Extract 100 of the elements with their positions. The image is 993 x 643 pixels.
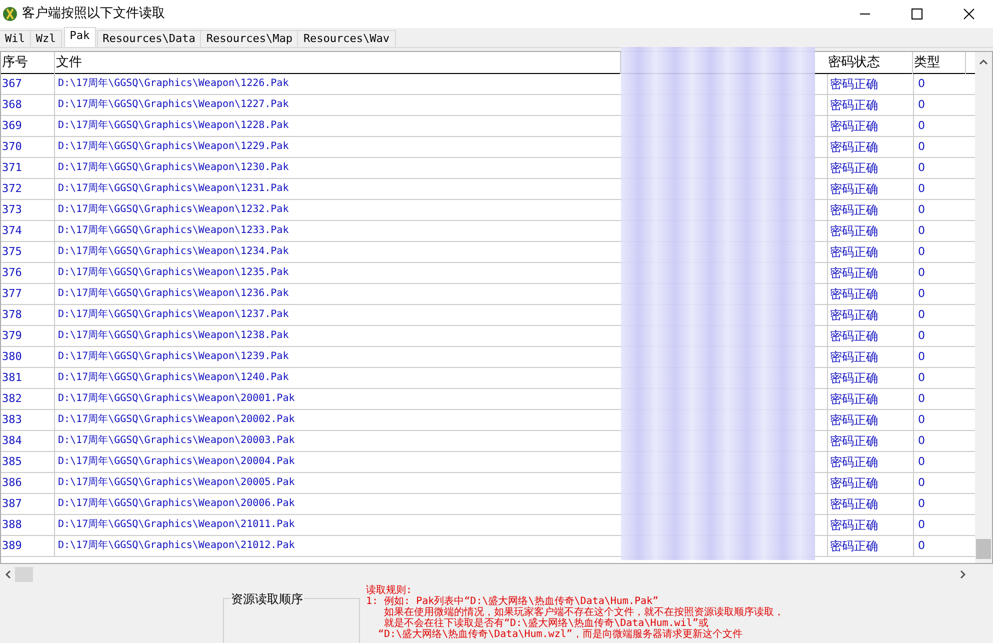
table-cell: 0 bbox=[913, 452, 966, 472]
rule-text: 如果在使用微端的情况，如果玩家客户端不存在这个文件，就不在按照资源读取顺序读取， bbox=[384, 607, 784, 618]
table-cell: 密码正确 bbox=[827, 158, 913, 178]
table-cell: 0 bbox=[913, 326, 966, 346]
table-cell: 0 bbox=[913, 410, 966, 430]
table-cell: 密码正确 bbox=[827, 95, 913, 115]
table-cell-text: D:\17周年\GGSQ\Graphics\Weapon\20004.Pak bbox=[57, 455, 296, 469]
table-cell: 367 bbox=[1, 74, 55, 94]
column-header[interactable]: 类型 bbox=[913, 52, 966, 74]
table-cell-text: D:\17周年\GGSQ\Graphics\Weapon\1230.Pak bbox=[57, 161, 290, 175]
table-cell: 0 bbox=[913, 179, 966, 199]
table-cell: 密码正确 bbox=[827, 74, 913, 94]
table-cell: 389 bbox=[1, 536, 55, 556]
vertical-scrollbar[interactable] bbox=[975, 52, 992, 563]
table-cell: 密码正确 bbox=[827, 368, 913, 388]
tab[interactable]: Resources\Map bbox=[200, 30, 298, 47]
table-cell: 0 bbox=[913, 494, 966, 514]
rules-title: 读取规则: bbox=[366, 585, 414, 596]
table-cell: 密码正确 bbox=[827, 137, 913, 157]
table-cell: 密码正确 bbox=[827, 473, 913, 493]
table-cell: 0 bbox=[913, 347, 966, 367]
table-cell: 372 bbox=[1, 179, 55, 199]
table-cell: 0 bbox=[913, 221, 966, 241]
table-cell: 密码正确 bbox=[827, 116, 913, 136]
table-cell: 378 bbox=[1, 305, 55, 325]
table-cell-text: D:\17周年\GGSQ\Graphics\Weapon\1234.Pak bbox=[57, 245, 290, 259]
table-cell-text: D:\17周年\GGSQ\Graphics\Weapon\1237.Pak bbox=[57, 308, 290, 322]
table-cell: 374 bbox=[1, 221, 55, 241]
table-cell-text: D:\17周年\GGSQ\Graphics\Weapon\1232.Pak bbox=[57, 203, 290, 217]
table-cell-text: D:\17周年\GGSQ\Graphics\Weapon\20005.Pak bbox=[57, 476, 296, 490]
table-cell: 密码正确 bbox=[827, 179, 913, 199]
table-cell: 370 bbox=[1, 137, 55, 157]
table-cell: 密码正确 bbox=[827, 410, 913, 430]
close-icon[interactable] bbox=[963, 8, 975, 20]
table-cell: 0 bbox=[913, 263, 966, 283]
table-cell: 密码正确 bbox=[827, 284, 913, 304]
maximize-icon[interactable] bbox=[911, 8, 923, 20]
table-cell-text: D:\17周年\GGSQ\Graphics\Weapon\21012.Pak bbox=[57, 539, 296, 553]
table-cell-text: D:\17周年\GGSQ\Graphics\Weapon\1239.Pak bbox=[57, 350, 290, 364]
tab[interactable]: Resources\Data bbox=[96, 30, 202, 47]
table-cell: 0 bbox=[913, 473, 966, 493]
table-cell-text: D:\17周年\GGSQ\Graphics\Weapon\1227.Pak bbox=[57, 98, 290, 112]
table-cell: 0 bbox=[913, 368, 966, 388]
table-cell: 382 bbox=[1, 389, 55, 409]
table-cell: 密码正确 bbox=[827, 452, 913, 472]
table-cell: 381 bbox=[1, 368, 55, 388]
tab[interactable]: Pak bbox=[64, 27, 96, 47]
scroll-right-icon[interactable] bbox=[958, 570, 967, 579]
table-cell: 379 bbox=[1, 326, 55, 346]
table-cell: 0 bbox=[913, 515, 966, 535]
table-cell: 密码正确 bbox=[827, 347, 913, 367]
tab[interactable]: Wzl bbox=[30, 30, 62, 47]
table-cell: 387 bbox=[1, 494, 55, 514]
table-cell: 0 bbox=[913, 389, 966, 409]
table-cell: 密码正确 bbox=[827, 494, 913, 514]
table-cell: 386 bbox=[1, 473, 55, 493]
table-cell-text: D:\17周年\GGSQ\Graphics\Weapon\1229.Pak bbox=[57, 140, 290, 154]
table-cell: 密码正确 bbox=[827, 305, 913, 325]
table-cell: 密码正确 bbox=[827, 263, 913, 283]
table-cell: 密码正确 bbox=[827, 326, 913, 346]
table-cell-text: D:\17周年\GGSQ\Graphics\Weapon\20006.Pak bbox=[57, 497, 296, 511]
table-cell-text: D:\17周年\GGSQ\Graphics\Weapon\1235.Pak bbox=[57, 266, 290, 280]
column-header[interactable]: 序号 bbox=[1, 52, 55, 74]
scroll-thumb[interactable] bbox=[976, 539, 991, 559]
table-cell: 0 bbox=[913, 116, 966, 136]
table-cell: 0 bbox=[913, 200, 966, 220]
table-cell-text: D:\17周年\GGSQ\Graphics\Weapon\20002.Pak bbox=[57, 413, 296, 427]
table-cell: 0 bbox=[913, 74, 966, 94]
table-cell: 377 bbox=[1, 284, 55, 304]
table-cell: 密码正确 bbox=[827, 515, 913, 535]
table-cell-text: D:\17周年\GGSQ\Graphics\Weapon\1238.Pak bbox=[57, 329, 290, 343]
table-cell: 0 bbox=[913, 158, 966, 178]
table-cell: 密码正确 bbox=[827, 389, 913, 409]
table-cell: 371 bbox=[1, 158, 55, 178]
rule-text: “D:\盛大网络\热血传奇\Data\Hum.wzl”，而是向微端服务器请求更新这个文件 bbox=[378, 629, 744, 640]
table-cell: 0 bbox=[913, 536, 966, 556]
table-cell: 380 bbox=[1, 347, 55, 367]
table-cell-text: D:\17周年\GGSQ\Graphics\Weapon\1236.Pak bbox=[57, 287, 290, 301]
table-cell: 密码正确 bbox=[827, 200, 913, 220]
table-cell: 密码正确 bbox=[827, 242, 913, 262]
table-cell: 密码正确 bbox=[827, 221, 913, 241]
table-cell-text: D:\17周年\GGSQ\Graphics\Weapon\20003.Pak bbox=[57, 434, 296, 448]
table-cell-text: D:\17周年\GGSQ\Graphics\Weapon\1233.Pak bbox=[57, 224, 290, 238]
table-cell: 0 bbox=[913, 95, 966, 115]
table-cell: 384 bbox=[1, 431, 55, 451]
table-cell: 0 bbox=[913, 137, 966, 157]
tab[interactable]: Resources\Wav bbox=[297, 30, 396, 47]
table-cell: 0 bbox=[913, 431, 966, 451]
table-cell: 385 bbox=[1, 452, 55, 472]
scroll-thumb[interactable] bbox=[15, 567, 33, 582]
table-cell: 383 bbox=[1, 410, 55, 430]
table-cell: 0 bbox=[913, 305, 966, 325]
table-cell-text: D:\17周年\GGSQ\Graphics\Weapon\1228.Pak bbox=[57, 119, 290, 133]
column-header[interactable]: 密码状态 bbox=[827, 52, 913, 74]
table-cell: 368 bbox=[1, 95, 55, 115]
scroll-left-icon[interactable] bbox=[4, 570, 13, 579]
scroll-up-icon[interactable] bbox=[979, 58, 988, 67]
table-cell-text: D:\17周年\GGSQ\Graphics\Weapon\1231.Pak bbox=[57, 182, 290, 196]
app-icon bbox=[2, 6, 18, 22]
table-cell: 373 bbox=[1, 200, 55, 220]
